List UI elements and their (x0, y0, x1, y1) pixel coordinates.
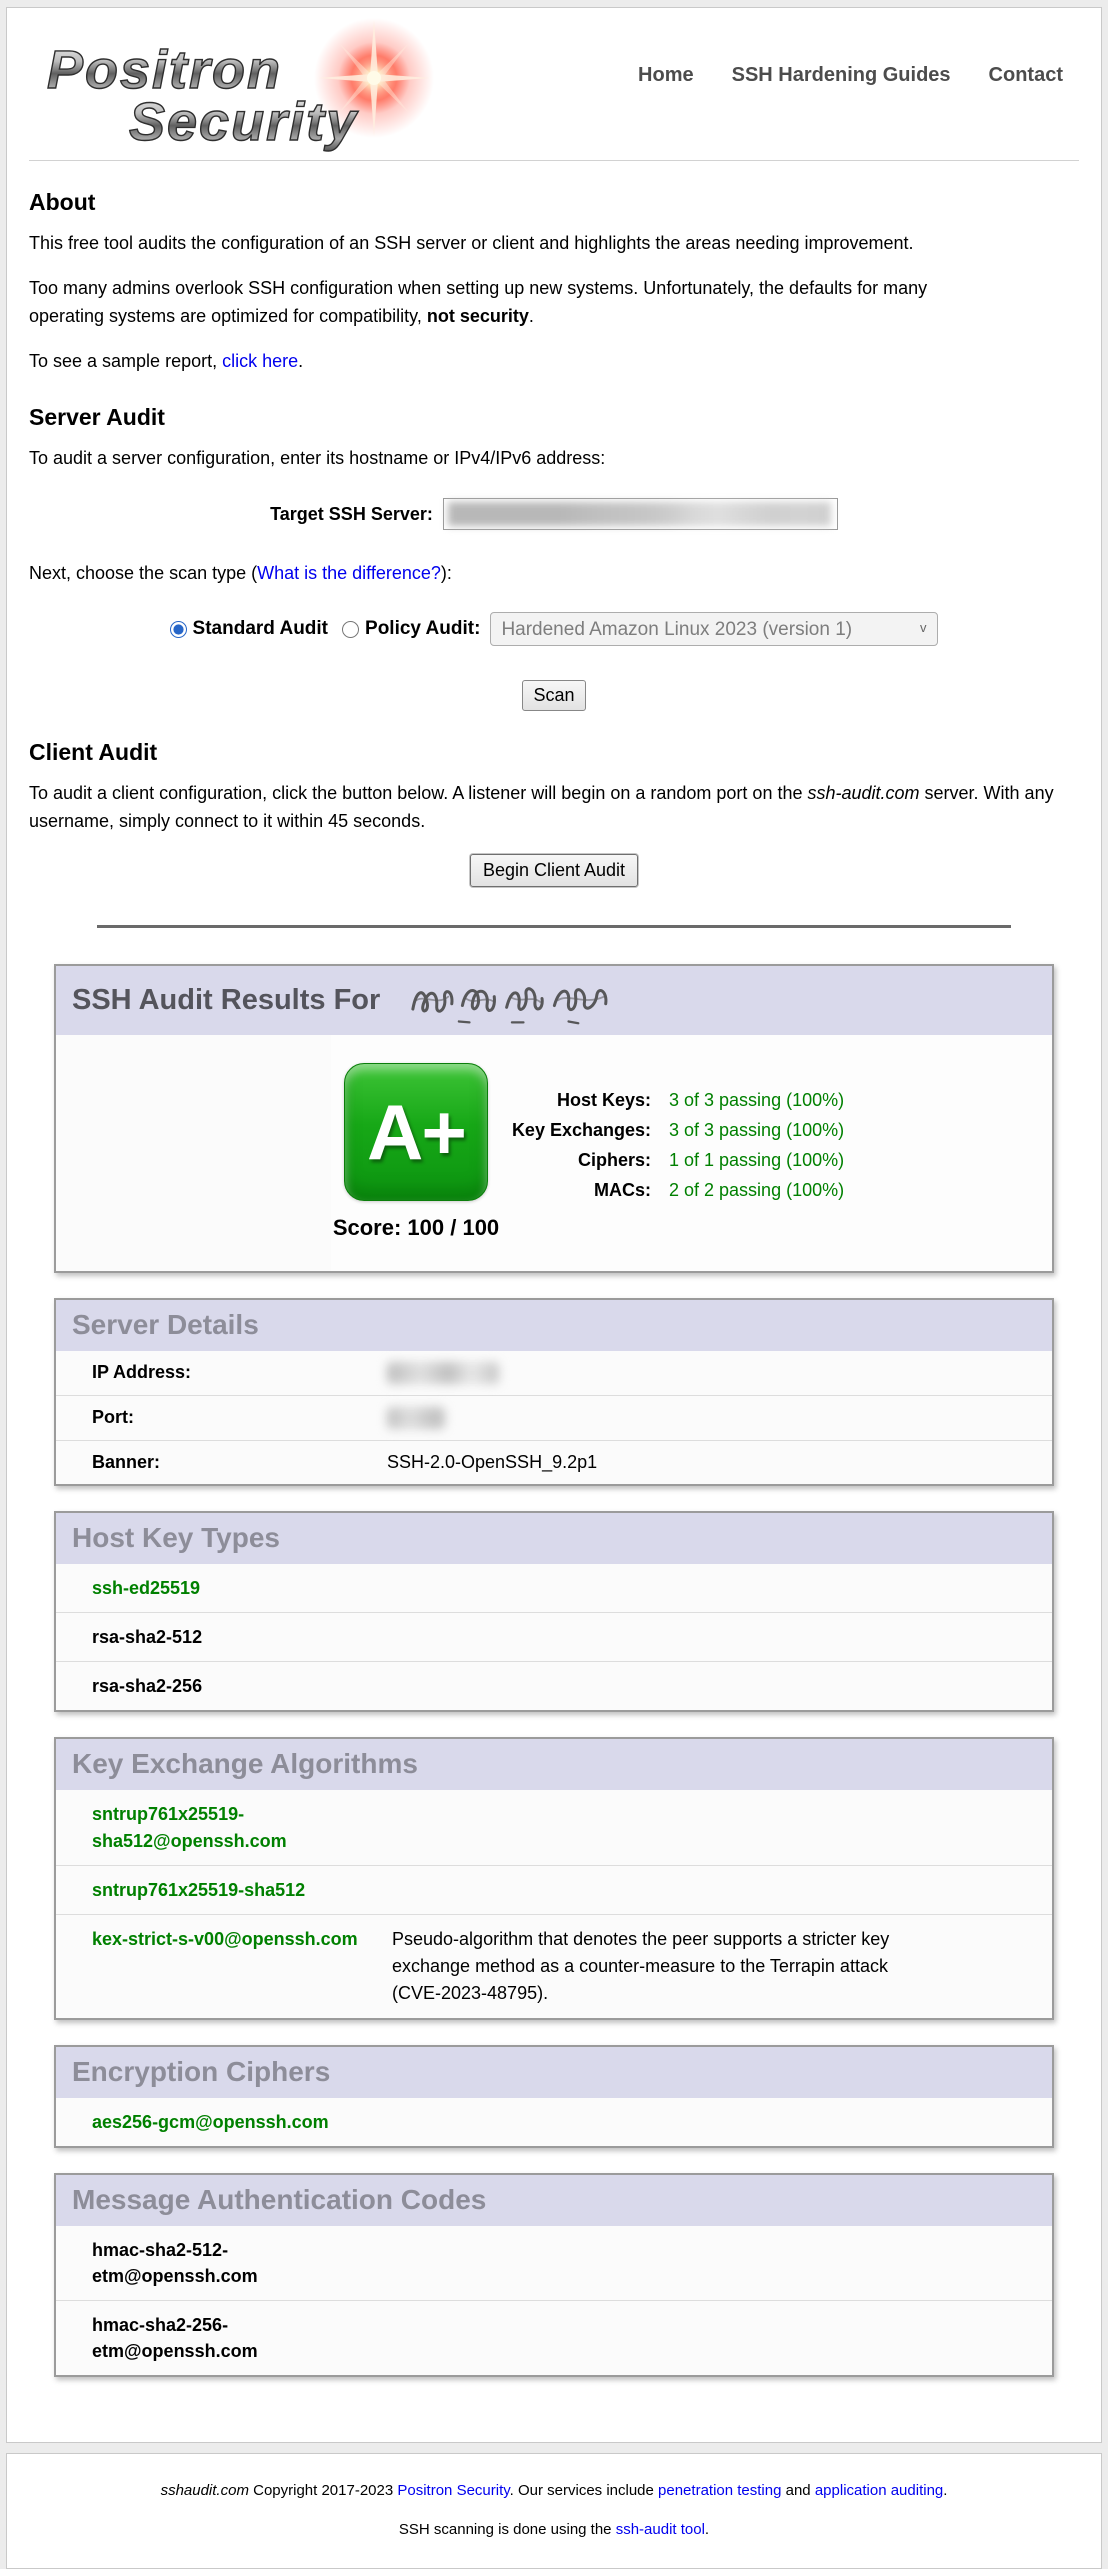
logo-text-positron: Positron (47, 40, 282, 100)
main-card: Positron Security Home SSH Hardening Gui… (6, 7, 1102, 2443)
stat-row-ciphers: Ciphers: 1 of 1 passing (100%) (511, 1145, 844, 1175)
grade-badge: A+ (344, 1063, 488, 1201)
host-key-types-header: Host Key Types (56, 1513, 1052, 1564)
cipher-row: aes256-gcm@openssh.com (56, 2098, 1052, 2146)
sample-report-link[interactable]: click here (222, 351, 298, 371)
server-details-row-ip: IP Address: (56, 1351, 1052, 1395)
scan-type-line: Next, choose the scan type (What is the … (29, 560, 1079, 588)
nav-item-contact[interactable]: Contact (989, 64, 1063, 160)
server-details-row-port: Port: (56, 1395, 1052, 1440)
client-audit-title: Client Audit (29, 739, 1079, 766)
nav-item-home[interactable]: Home (638, 64, 694, 160)
site-header: Positron Security Home SSH Hardening Gui… (29, 8, 1079, 161)
ssh-audit-tool-link[interactable]: ssh-audit tool (616, 2521, 705, 2538)
kex-row: sntrup761x25519- sha512@openssh.com (56, 1790, 1052, 1864)
encryption-ciphers-panel: Encryption Ciphers aes256-gcm@openssh.co… (54, 2045, 1054, 2148)
server-details-panel: Server Details IP Address: Port: Banner:… (54, 1298, 1054, 1486)
application-auditing-link[interactable]: application auditing (815, 2482, 943, 2499)
results-panel: SSH Audit Results For A+ (54, 964, 1054, 1273)
not-security-emphasis: not security (427, 306, 529, 326)
about-paragraph-2: Too many admins overlook SSH configurati… (29, 275, 989, 331)
encryption-ciphers-header: Encryption Ciphers (56, 2047, 1052, 2098)
standard-audit-label[interactable]: Standard Audit (193, 618, 328, 640)
policy-audit-radio[interactable] (342, 621, 359, 638)
stat-row-macs: MACs: 2 of 2 passing (100%) (511, 1175, 844, 1205)
redacted-ip-address (387, 1362, 499, 1384)
key-exchange-panel: Key Exchange Algorithms sntrup761x25519-… (54, 1737, 1054, 2019)
about-title: About (29, 189, 1079, 216)
footer-line-2: SSH scanning is done using the ssh-audit… (27, 2519, 1081, 2540)
kex-row: sntrup761x25519-sha512 (56, 1865, 1052, 1914)
scan-button[interactable]: Scan (522, 680, 585, 711)
target-server-label: Target SSH Server: (270, 504, 433, 525)
results-title: SSH Audit Results For (72, 984, 380, 1017)
penetration-testing-link[interactable]: penetration testing (658, 2482, 781, 2499)
footer: sshaudit.com Copyright 2017-2023 Positro… (6, 2453, 1102, 2569)
policy-audit-label[interactable]: Policy Audit: (365, 618, 480, 640)
about-paragraph-1: This free tool audits the configuration … (29, 230, 1079, 258)
target-server-row: Target SSH Server: (29, 498, 1079, 530)
score-label: Score: 100 / 100 (333, 1215, 499, 1241)
key-exchange-header: Key Exchange Algorithms (56, 1739, 1052, 1790)
redacted-hostname (394, 979, 629, 1025)
positron-security-link[interactable]: Positron Security (397, 2482, 509, 2499)
results-panel-header: SSH Audit Results For (56, 966, 1052, 1035)
results-stats: Host Keys: 3 of 3 passing (100%) Key Exc… (511, 1085, 844, 1241)
host-key-row: ssh-ed25519 (56, 1564, 1052, 1612)
main-nav: Home SSH Hardening Guides Contact (638, 8, 1079, 160)
footer-line-1: sshaudit.com Copyright 2017-2023 Positro… (27, 2480, 1081, 2501)
logo-text-security: Security (129, 92, 359, 152)
host-key-row: rsa-sha2-256 (56, 1661, 1052, 1710)
mac-row: hmac-sha2-512- etm@openssh.com (56, 2226, 1052, 2300)
redacted-port (387, 1407, 445, 1429)
sshaudit-domain: sshaudit.com (161, 2482, 249, 2499)
standard-audit-radio[interactable] (170, 621, 187, 638)
page: { "header": { "logo_line1": "Positron", … (0, 7, 1108, 2440)
scan-type-radio-row: Standard Audit Policy Audit: Hardened Am… (29, 612, 1079, 646)
mac-row: hmac-sha2-256- etm@openssh.com (56, 2300, 1052, 2375)
banner-value: SSH-2.0-OpenSSH_9.2p1 (387, 1452, 597, 1473)
positron-security-logo: Positron Security (29, 12, 469, 152)
server-details-row-banner: Banner: SSH-2.0-OpenSSH_9.2p1 (56, 1440, 1052, 1484)
host-key-row: rsa-sha2-512 (56, 1612, 1052, 1661)
results-body: A+ Score: 100 / 100 Host Keys: 3 of 3 pa… (331, 1035, 1052, 1271)
macs-header: Message Authentication Codes (56, 2175, 1052, 2226)
host-key-types-panel: Host Key Types ssh-ed25519 rsa-sha2-512 … (54, 1511, 1054, 1712)
about-paragraph-3: To see a sample report, click here. (29, 348, 1079, 376)
ssh-audit-domain: ssh-audit.com (807, 783, 919, 803)
server-audit-title: Server Audit (29, 404, 1079, 431)
policy-select[interactable]: Hardened Amazon Linux 2023 (version 1) (490, 612, 938, 646)
stat-row-key-exchanges: Key Exchanges: 3 of 3 passing (100%) (511, 1115, 844, 1145)
kex-row: kex-strict-s-v00@openssh.com Pseudo-algo… (56, 1914, 1052, 2018)
macs-panel: Message Authentication Codes hmac-sha2-5… (54, 2173, 1054, 2377)
kex-note: Pseudo-algorithm that denotes the peer s… (392, 1926, 937, 2007)
stat-row-host-keys: Host Keys: 3 of 3 passing (100%) (511, 1085, 844, 1115)
policy-select-wrap: Hardened Amazon Linux 2023 (version 1) (490, 612, 938, 646)
nav-item-ssh-hardening-guides[interactable]: SSH Hardening Guides (732, 64, 951, 160)
client-audit-instructions: To audit a client configuration, click t… (29, 780, 1069, 836)
begin-client-audit-button[interactable]: Begin Client Audit (470, 854, 638, 887)
scan-type-difference-link[interactable]: What is the difference? (257, 563, 441, 583)
section-divider (97, 925, 1011, 928)
target-server-input[interactable] (443, 498, 838, 530)
grade-column: A+ Score: 100 / 100 (331, 1063, 501, 1241)
server-details-header: Server Details (56, 1300, 1052, 1351)
redacted-input-value (448, 502, 831, 526)
grade-letter: A+ (367, 1087, 465, 1178)
server-audit-instructions: To audit a server configuration, enter i… (29, 445, 1079, 473)
